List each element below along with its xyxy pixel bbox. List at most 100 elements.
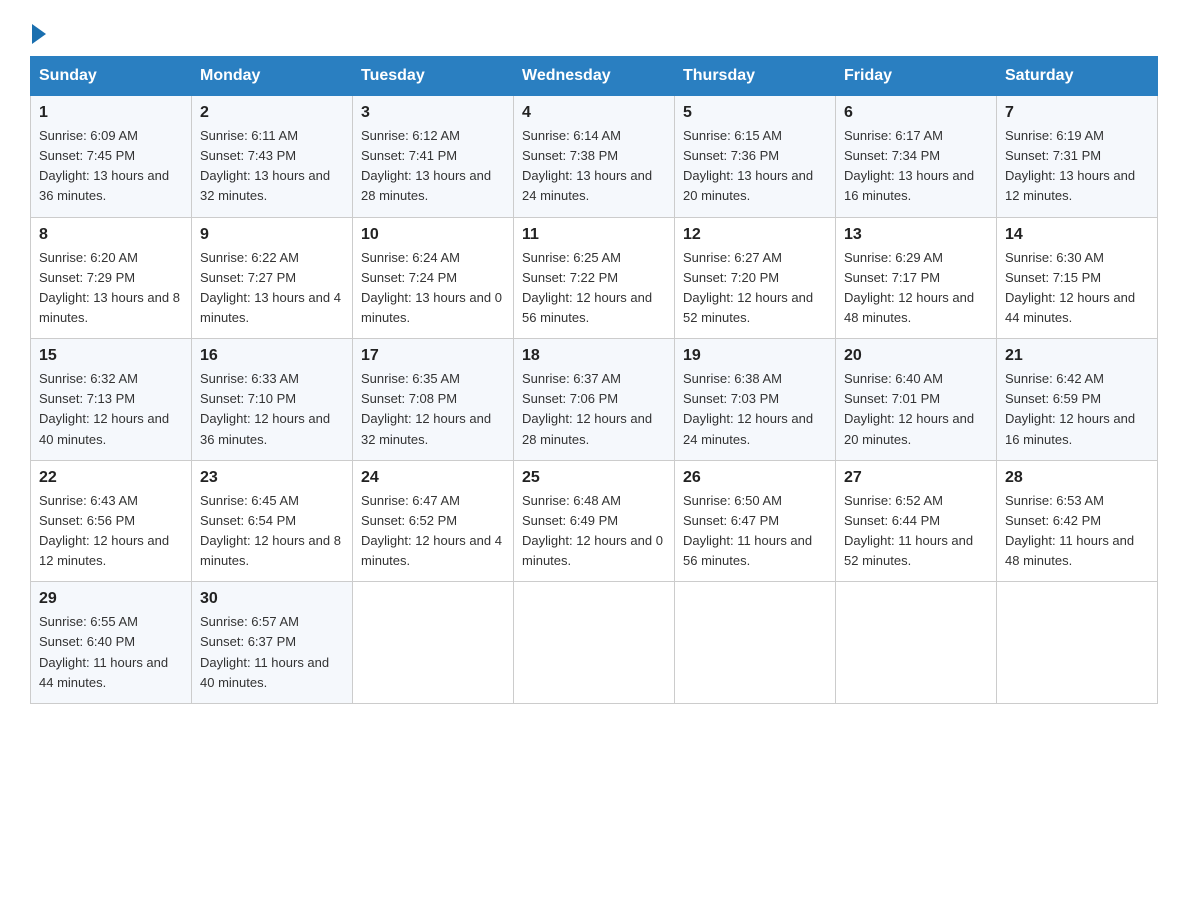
day-info: Sunrise: 6:14 AMSunset: 7:38 PMDaylight:…: [522, 126, 666, 207]
day-number: 17: [361, 347, 505, 365]
day-number: 24: [361, 469, 505, 487]
calendar-cell: 21 Sunrise: 6:42 AMSunset: 6:59 PMDaylig…: [997, 339, 1158, 461]
calendar-cell: 29 Sunrise: 6:55 AMSunset: 6:40 PMDaylig…: [31, 582, 192, 704]
day-info: Sunrise: 6:15 AMSunset: 7:36 PMDaylight:…: [683, 126, 827, 207]
day-info: Sunrise: 6:53 AMSunset: 6:42 PMDaylight:…: [1005, 491, 1149, 572]
calendar-cell: 19 Sunrise: 6:38 AMSunset: 7:03 PMDaylig…: [675, 339, 836, 461]
day-info: Sunrise: 6:27 AMSunset: 7:20 PMDaylight:…: [683, 248, 827, 329]
day-number: 10: [361, 226, 505, 244]
weekday-header-tuesday: Tuesday: [353, 57, 514, 96]
day-number: 18: [522, 347, 666, 365]
day-info: Sunrise: 6:11 AMSunset: 7:43 PMDaylight:…: [200, 126, 344, 207]
day-info: Sunrise: 6:24 AMSunset: 7:24 PMDaylight:…: [361, 248, 505, 329]
calendar-cell: 22 Sunrise: 6:43 AMSunset: 6:56 PMDaylig…: [31, 460, 192, 582]
day-info: Sunrise: 6:20 AMSunset: 7:29 PMDaylight:…: [39, 248, 183, 329]
day-info: Sunrise: 6:38 AMSunset: 7:03 PMDaylight:…: [683, 369, 827, 450]
calendar-cell: 24 Sunrise: 6:47 AMSunset: 6:52 PMDaylig…: [353, 460, 514, 582]
day-number: 14: [1005, 226, 1149, 244]
calendar-cell: [997, 582, 1158, 704]
calendar-cell: 30 Sunrise: 6:57 AMSunset: 6:37 PMDaylig…: [192, 582, 353, 704]
day-number: 23: [200, 469, 344, 487]
day-number: 22: [39, 469, 183, 487]
calendar-cell: 11 Sunrise: 6:25 AMSunset: 7:22 PMDaylig…: [514, 217, 675, 339]
day-number: 15: [39, 347, 183, 365]
calendar-cell: 6 Sunrise: 6:17 AMSunset: 7:34 PMDayligh…: [836, 96, 997, 218]
day-number: 26: [683, 469, 827, 487]
day-info: Sunrise: 6:33 AMSunset: 7:10 PMDaylight:…: [200, 369, 344, 450]
calendar-cell: 4 Sunrise: 6:14 AMSunset: 7:38 PMDayligh…: [514, 96, 675, 218]
day-number: 12: [683, 226, 827, 244]
page-header: [30, 20, 1158, 38]
day-number: 28: [1005, 469, 1149, 487]
day-number: 7: [1005, 104, 1149, 122]
day-info: Sunrise: 6:25 AMSunset: 7:22 PMDaylight:…: [522, 248, 666, 329]
day-number: 27: [844, 469, 988, 487]
day-info: Sunrise: 6:22 AMSunset: 7:27 PMDaylight:…: [200, 248, 344, 329]
calendar-cell: 14 Sunrise: 6:30 AMSunset: 7:15 PMDaylig…: [997, 217, 1158, 339]
day-number: 1: [39, 104, 183, 122]
calendar-cell: 12 Sunrise: 6:27 AMSunset: 7:20 PMDaylig…: [675, 217, 836, 339]
day-info: Sunrise: 6:57 AMSunset: 6:37 PMDaylight:…: [200, 612, 344, 693]
calendar-cell: [836, 582, 997, 704]
calendar-cell: 16 Sunrise: 6:33 AMSunset: 7:10 PMDaylig…: [192, 339, 353, 461]
day-number: 21: [1005, 347, 1149, 365]
logo-triangle-icon: [32, 24, 46, 44]
day-info: Sunrise: 6:40 AMSunset: 7:01 PMDaylight:…: [844, 369, 988, 450]
calendar-cell: 27 Sunrise: 6:52 AMSunset: 6:44 PMDaylig…: [836, 460, 997, 582]
day-info: Sunrise: 6:37 AMSunset: 7:06 PMDaylight:…: [522, 369, 666, 450]
calendar-cell: 23 Sunrise: 6:45 AMSunset: 6:54 PMDaylig…: [192, 460, 353, 582]
calendar-cell: 15 Sunrise: 6:32 AMSunset: 7:13 PMDaylig…: [31, 339, 192, 461]
day-info: Sunrise: 6:09 AMSunset: 7:45 PMDaylight:…: [39, 126, 183, 207]
calendar-cell: 3 Sunrise: 6:12 AMSunset: 7:41 PMDayligh…: [353, 96, 514, 218]
day-number: 16: [200, 347, 344, 365]
day-number: 20: [844, 347, 988, 365]
calendar-cell: 7 Sunrise: 6:19 AMSunset: 7:31 PMDayligh…: [997, 96, 1158, 218]
calendar-week-row: 15 Sunrise: 6:32 AMSunset: 7:13 PMDaylig…: [31, 339, 1158, 461]
day-number: 6: [844, 104, 988, 122]
day-number: 11: [522, 226, 666, 244]
day-info: Sunrise: 6:55 AMSunset: 6:40 PMDaylight:…: [39, 612, 183, 693]
calendar-cell: 9 Sunrise: 6:22 AMSunset: 7:27 PMDayligh…: [192, 217, 353, 339]
calendar-cell: 10 Sunrise: 6:24 AMSunset: 7:24 PMDaylig…: [353, 217, 514, 339]
day-info: Sunrise: 6:47 AMSunset: 6:52 PMDaylight:…: [361, 491, 505, 572]
day-number: 3: [361, 104, 505, 122]
day-info: Sunrise: 6:52 AMSunset: 6:44 PMDaylight:…: [844, 491, 988, 572]
calendar-cell: 28 Sunrise: 6:53 AMSunset: 6:42 PMDaylig…: [997, 460, 1158, 582]
day-number: 19: [683, 347, 827, 365]
weekday-header-friday: Friday: [836, 57, 997, 96]
day-info: Sunrise: 6:29 AMSunset: 7:17 PMDaylight:…: [844, 248, 988, 329]
calendar-cell: 26 Sunrise: 6:50 AMSunset: 6:47 PMDaylig…: [675, 460, 836, 582]
day-number: 29: [39, 590, 183, 608]
day-number: 4: [522, 104, 666, 122]
calendar-week-row: 8 Sunrise: 6:20 AMSunset: 7:29 PMDayligh…: [31, 217, 1158, 339]
calendar-cell: [514, 582, 675, 704]
calendar-cell: 25 Sunrise: 6:48 AMSunset: 6:49 PMDaylig…: [514, 460, 675, 582]
weekday-header-wednesday: Wednesday: [514, 57, 675, 96]
calendar-cell: 1 Sunrise: 6:09 AMSunset: 7:45 PMDayligh…: [31, 96, 192, 218]
day-info: Sunrise: 6:12 AMSunset: 7:41 PMDaylight:…: [361, 126, 505, 207]
day-info: Sunrise: 6:45 AMSunset: 6:54 PMDaylight:…: [200, 491, 344, 572]
calendar-cell: 18 Sunrise: 6:37 AMSunset: 7:06 PMDaylig…: [514, 339, 675, 461]
calendar-cell: 17 Sunrise: 6:35 AMSunset: 7:08 PMDaylig…: [353, 339, 514, 461]
day-number: 30: [200, 590, 344, 608]
day-number: 2: [200, 104, 344, 122]
day-number: 5: [683, 104, 827, 122]
day-info: Sunrise: 6:42 AMSunset: 6:59 PMDaylight:…: [1005, 369, 1149, 450]
day-info: Sunrise: 6:35 AMSunset: 7:08 PMDaylight:…: [361, 369, 505, 450]
weekday-header-sunday: Sunday: [31, 57, 192, 96]
day-info: Sunrise: 6:48 AMSunset: 6:49 PMDaylight:…: [522, 491, 666, 572]
calendar-cell: 13 Sunrise: 6:29 AMSunset: 7:17 PMDaylig…: [836, 217, 997, 339]
calendar-table: SundayMondayTuesdayWednesdayThursdayFrid…: [30, 56, 1158, 704]
day-info: Sunrise: 6:43 AMSunset: 6:56 PMDaylight:…: [39, 491, 183, 572]
calendar-cell: [353, 582, 514, 704]
calendar-week-row: 29 Sunrise: 6:55 AMSunset: 6:40 PMDaylig…: [31, 582, 1158, 704]
day-info: Sunrise: 6:32 AMSunset: 7:13 PMDaylight:…: [39, 369, 183, 450]
calendar-week-row: 1 Sunrise: 6:09 AMSunset: 7:45 PMDayligh…: [31, 96, 1158, 218]
weekday-header-monday: Monday: [192, 57, 353, 96]
calendar-cell: 5 Sunrise: 6:15 AMSunset: 7:36 PMDayligh…: [675, 96, 836, 218]
day-info: Sunrise: 6:50 AMSunset: 6:47 PMDaylight:…: [683, 491, 827, 572]
weekday-header-thursday: Thursday: [675, 57, 836, 96]
calendar-cell: [675, 582, 836, 704]
calendar-cell: 20 Sunrise: 6:40 AMSunset: 7:01 PMDaylig…: [836, 339, 997, 461]
day-number: 9: [200, 226, 344, 244]
